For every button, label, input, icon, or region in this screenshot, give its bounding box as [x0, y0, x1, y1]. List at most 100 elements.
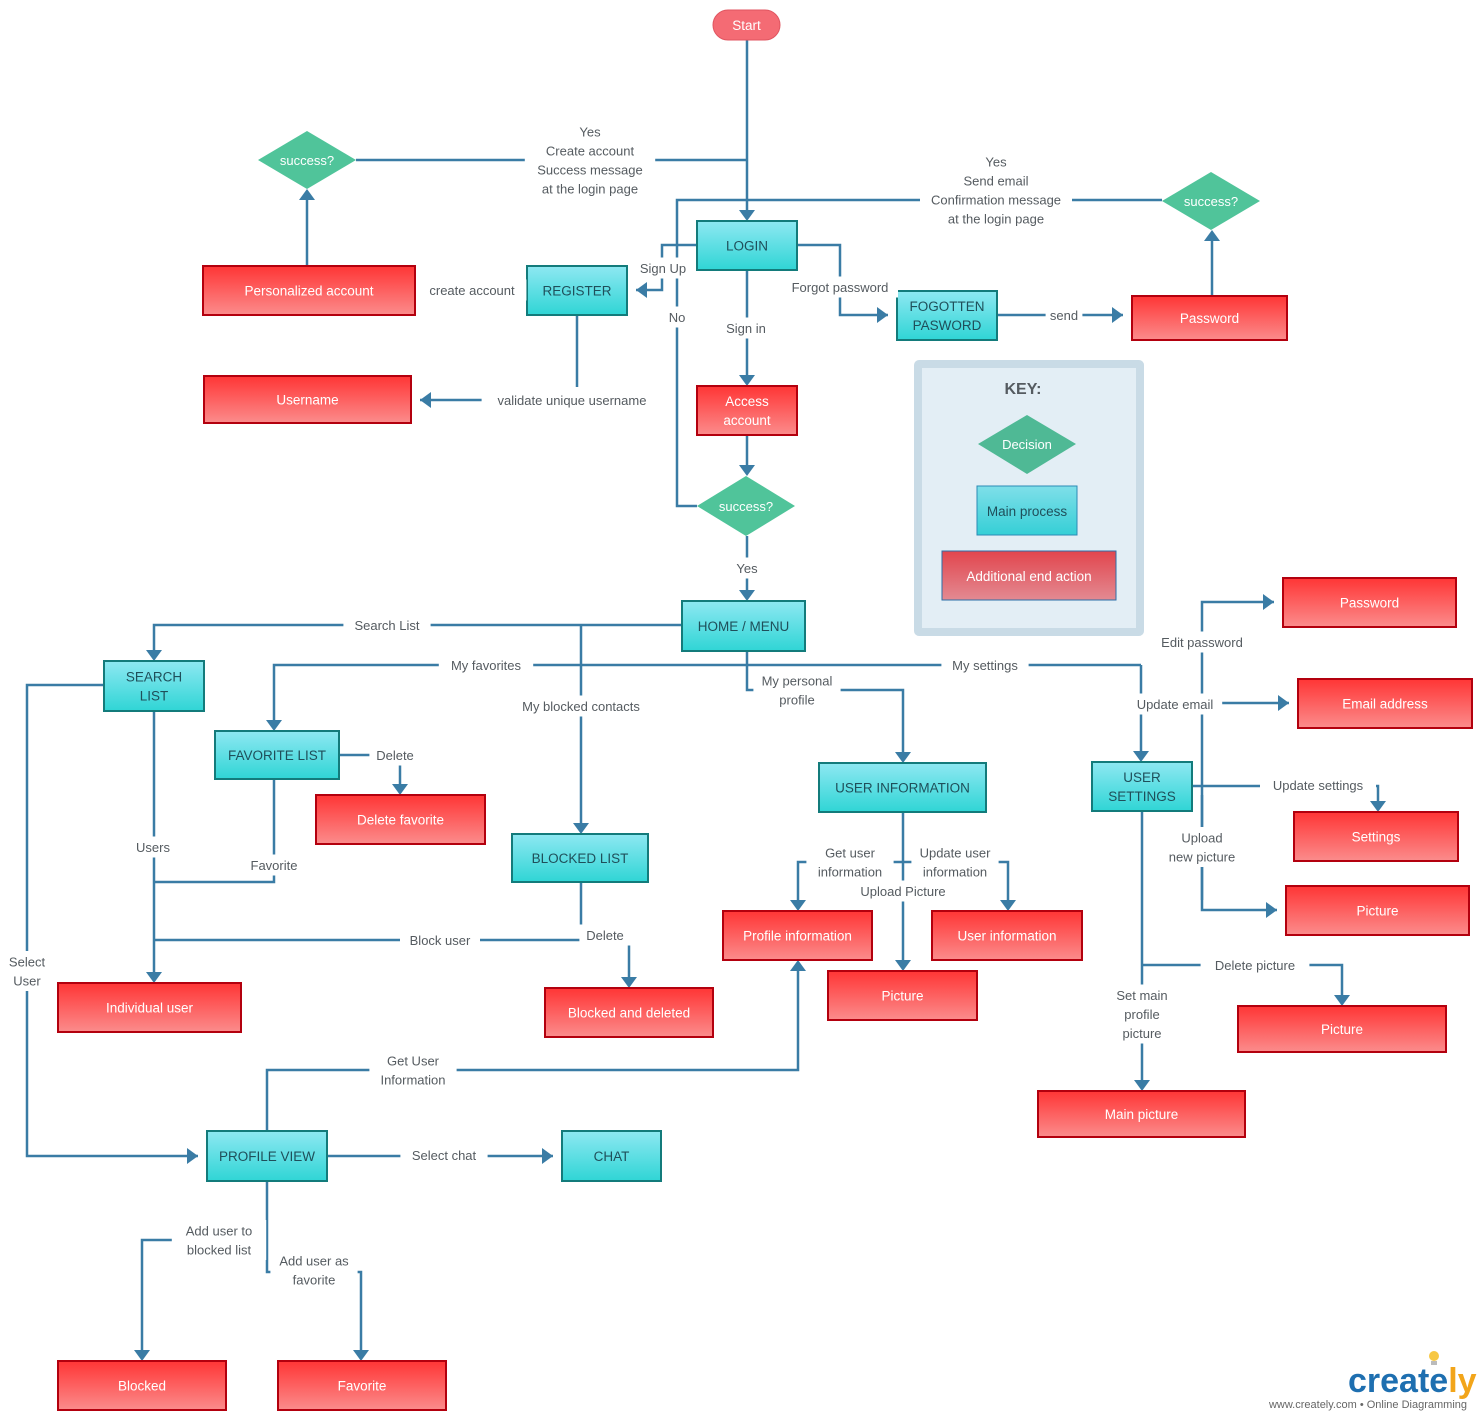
node-label: Picture [1321, 1022, 1363, 1037]
arrowhead-icon [739, 465, 755, 476]
node-label: Personalized account [244, 284, 373, 299]
sign-in-edge-label: Sign in [716, 317, 776, 339]
connector [739, 40, 755, 221]
edge-label-text: Add user as [279, 1254, 349, 1269]
favorite-end[interactable]: Favorite [277, 1360, 447, 1411]
edge-label-text: Delete [376, 748, 414, 763]
picture-new-end[interactable]: Picture [1285, 885, 1470, 936]
register-success-edge-label: Yes Create account Success message at the l… [524, 121, 656, 199]
arrowhead-icon [790, 960, 806, 971]
edge-label-text: Add user to [186, 1224, 253, 1239]
main-picture-end[interactable]: Main picture [1037, 1090, 1246, 1138]
delete-favorite-end[interactable]: Delete favorite [315, 794, 486, 845]
connector [265, 960, 806, 1131]
node-label: Main picture [1105, 1107, 1179, 1122]
settings-end[interactable]: Settings [1293, 811, 1459, 862]
blocked-and-deleted-end[interactable]: Blocked and deleted [544, 987, 714, 1038]
add-to-blocked-edge-label: Add user to blocked list [171, 1220, 267, 1260]
node-label: Blocked [118, 1379, 166, 1394]
username-end[interactable]: Username [203, 375, 412, 424]
create-account-edge-label: create account [417, 279, 527, 301]
edge-label-text: at the login page [542, 182, 638, 197]
register-process[interactable]: REGISTER [526, 265, 628, 316]
user-settings-process[interactable]: USER SETTINGS [1091, 761, 1193, 812]
profile-view-process[interactable]: PROFILE VIEW [206, 1130, 328, 1182]
arrowhead-icon [353, 1350, 369, 1361]
home-menu-process[interactable]: HOME / MENU [681, 600, 806, 652]
email-address-end[interactable]: Email address [1297, 678, 1473, 729]
lightbulb-icon [1429, 1351, 1439, 1361]
arrowhead-icon [636, 282, 647, 298]
blocked-list-process[interactable]: BLOCKED LIST [511, 833, 649, 883]
login-process[interactable]: LOGIN [696, 220, 798, 271]
chat-process[interactable]: CHAT [561, 1130, 662, 1182]
block-user-edge-label: Block user [400, 929, 480, 951]
validate-username-edge-label: validate unique username [481, 389, 663, 411]
node-label: CHAT [594, 1149, 630, 1164]
connector-line [154, 882, 583, 942]
success-reset-decision[interactable]: success? [1162, 172, 1260, 230]
success-login-decision[interactable]: success? [697, 476, 795, 536]
favorite-list-process[interactable]: FAVORITE LIST [214, 730, 340, 780]
edge-label-text: information [818, 865, 882, 880]
delete-picture-edge-label: Delete picture [1200, 954, 1310, 976]
edge-label-text: blocked list [187, 1243, 252, 1258]
user-information-end-end[interactable]: User information [931, 910, 1083, 961]
arrowhead-icon [1278, 695, 1289, 711]
select-chat-edge-label: Select chat [400, 1144, 488, 1166]
edge-label-text: Yes [985, 155, 1007, 170]
set-main-picture-edge-label: Set main profile picture [1109, 984, 1175, 1044]
edge-label-text: Delete [586, 928, 624, 943]
upload-new-picture-edge-label: Upload new picture [1158, 827, 1246, 867]
delete-blocked-edge-label: Delete [579, 924, 631, 946]
success-register-decision[interactable]: success? [258, 131, 356, 189]
node-label: USER [1123, 770, 1161, 785]
arrowhead-icon [299, 189, 315, 200]
edge-label-text: Create account [546, 144, 635, 159]
edge-label-text: Users [136, 840, 170, 855]
connector [1134, 811, 1150, 1091]
arrowhead-icon [790, 900, 806, 911]
key-title: KEY: [1004, 381, 1041, 398]
forgot-password-edge-label: Forgot password [782, 276, 898, 298]
user-information-process[interactable]: USER INFORMATION [818, 762, 987, 813]
node-label: Password [1340, 596, 1399, 611]
arrowhead-icon [1134, 1080, 1150, 1091]
node-label: PASWORD [913, 318, 982, 333]
password-settings-end[interactable]: Password [1282, 577, 1457, 628]
arrowhead-icon [146, 650, 162, 661]
node-label: FAVORITE LIST [228, 748, 326, 763]
forgotten-password-process[interactable]: FOGOTTEN PASWORD [896, 290, 998, 341]
sign-up-edge-label: Sign Up [633, 257, 693, 279]
picture-delete-end[interactable]: Picture [1237, 1005, 1447, 1053]
picture-upload-end[interactable]: Picture [827, 970, 978, 1021]
access-account-end[interactable]: Access account [696, 385, 798, 436]
node-label: Access [725, 394, 769, 409]
edge-label-text: profile [1124, 1007, 1159, 1022]
upload-picture-edge-label: Upload Picture [848, 880, 958, 902]
node-label: success? [719, 499, 773, 514]
blocked-end[interactable]: Blocked [57, 1360, 227, 1411]
search-list-process[interactable]: SEARCH LIST [103, 660, 205, 712]
search-list-edge-label: Search List [343, 614, 431, 636]
node-label: SEARCH [126, 670, 182, 685]
key-end-label: Additional end action [966, 569, 1091, 584]
personalized-account-end[interactable]: Personalized account [202, 265, 416, 316]
profile-information-end[interactable]: Profile information [722, 910, 873, 961]
yes-login-edge-label: Yes [732, 557, 762, 579]
password-reset-end[interactable]: Password [1131, 295, 1288, 341]
node-label: LOGIN [726, 239, 768, 254]
start-terminal[interactable]: Start [712, 9, 781, 41]
edge-label-text: Sign in [726, 321, 766, 336]
node-label: Settings [1352, 830, 1401, 845]
arrowhead-icon [1204, 230, 1220, 241]
arrowhead-icon [420, 392, 431, 408]
add-as-favorite-edge-label: Add user as favorite [270, 1250, 358, 1290]
node-label: Email address [1342, 697, 1428, 712]
node-label: Delete favorite [357, 813, 444, 828]
edge-label-text: Sign Up [640, 261, 686, 276]
creately-logo: createlywww.creately.com • Online Diagra… [1268, 1351, 1477, 1411]
edge-label-text: Update settings [1273, 778, 1364, 793]
edge-label-text: My favorites [451, 658, 522, 673]
individual-user-end[interactable]: Individual user [57, 982, 242, 1033]
